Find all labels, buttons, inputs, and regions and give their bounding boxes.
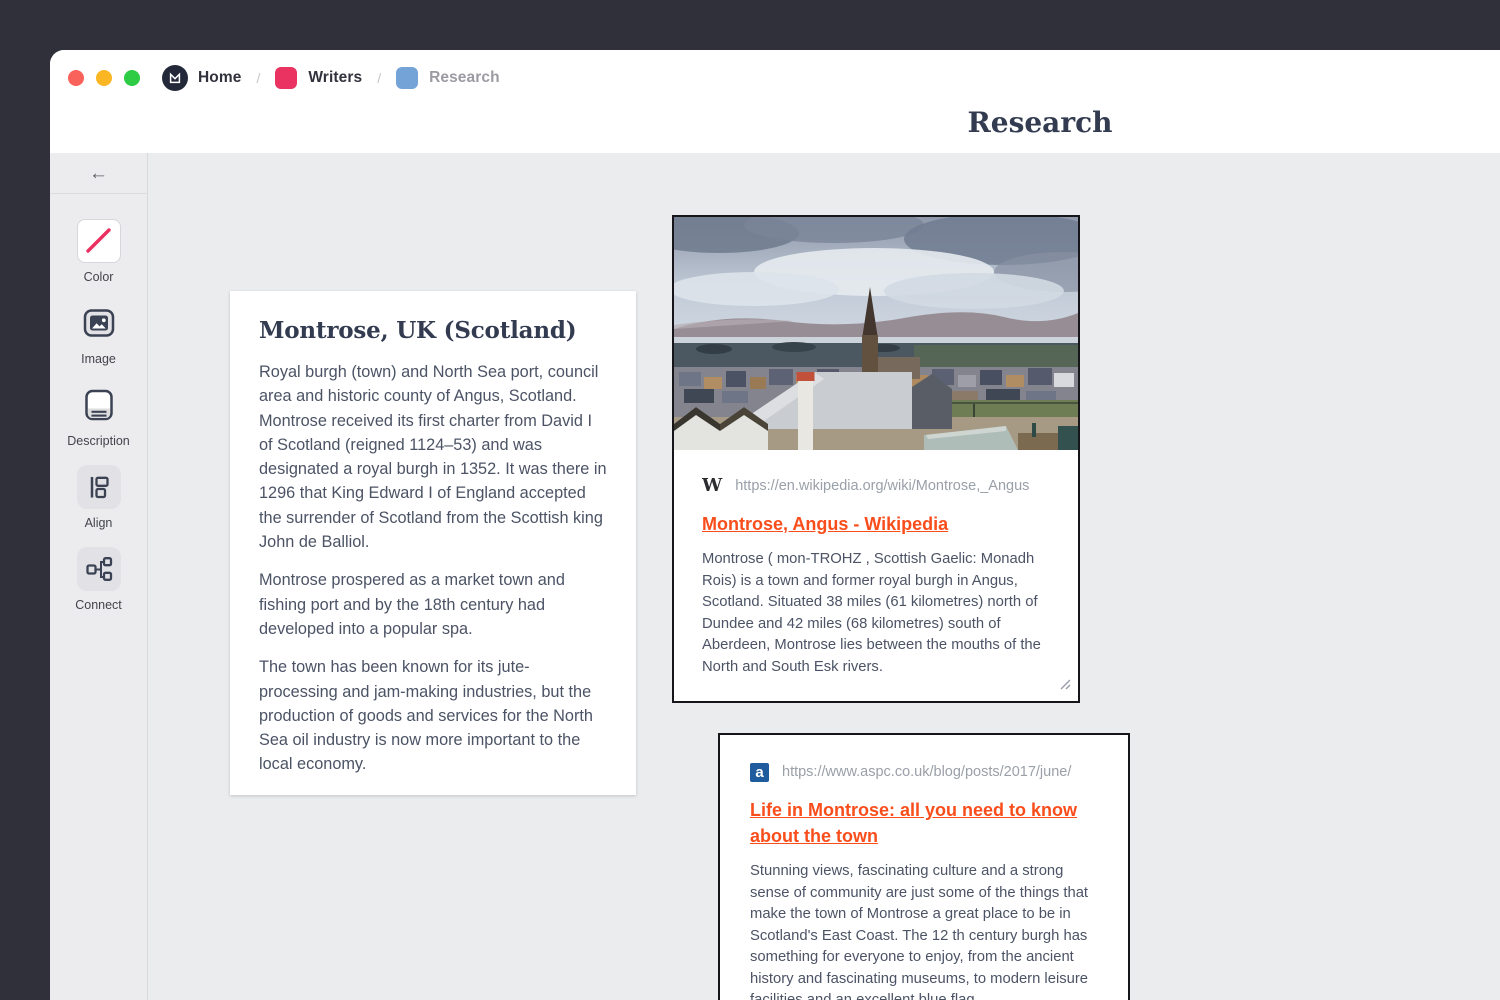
description-icon <box>77 383 121 427</box>
tool-connect[interactable]: Connect <box>75 547 122 612</box>
zoom-button[interactable] <box>124 70 140 86</box>
close-button[interactable] <box>68 70 84 86</box>
milanote-logo-icon <box>162 65 188 91</box>
montrose-town-photo <box>674 217 1078 450</box>
aspc-favicon: a <box>750 763 769 782</box>
breadcrumb-item-writers[interactable]: Writers <box>275 67 362 89</box>
note-card-montrose[interactable]: Montrose, UK (Scotland) Royal burgh (tow… <box>230 291 636 795</box>
back-arrow-icon: ← <box>89 164 108 183</box>
note-card-title: Montrose, UK (Scotland) <box>259 317 607 344</box>
wikipedia-link[interactable]: Montrose, Angus - Wikipedia <box>702 511 948 537</box>
tool-align[interactable]: Align <box>77 465 121 530</box>
image-icon <box>77 301 121 345</box>
link-card-aspc[interactable]: a https://www.aspc.co.uk/blog/posts/2017… <box>718 733 1130 1000</box>
tool-label: Connect <box>75 598 122 612</box>
tool-description[interactable]: Description <box>67 383 130 448</box>
connect-icon <box>77 547 121 591</box>
breadcrumb-label-home: Home <box>198 69 241 87</box>
url-row: W https://en.wikipedia.org/wiki/Montrose… <box>702 476 1050 496</box>
breadcrumb-separator: / <box>377 70 381 86</box>
tool-color[interactable]: Color <box>77 219 121 284</box>
board-icon-pink <box>275 67 297 89</box>
page-title: Research <box>968 106 1113 139</box>
top-bar: Home / Writers / Research Research <box>50 50 1500 153</box>
resize-handle[interactable] <box>1058 677 1072 696</box>
breadcrumb: Home / Writers / Research <box>68 50 500 106</box>
tool-label: Image <box>81 352 116 366</box>
color-icon <box>77 219 121 263</box>
board-icon-blue <box>396 67 418 89</box>
minimize-button[interactable] <box>96 70 112 86</box>
collapse-sidebar-button[interactable]: ← <box>50 153 147 194</box>
tool-image[interactable]: Image <box>77 301 121 366</box>
note-paragraph: Montrose prospered as a market town and … <box>259 568 607 641</box>
note-paragraph: The town has been known for its jute-pro… <box>259 655 607 776</box>
breadcrumb-label-writers: Writers <box>308 69 362 87</box>
window-controls <box>68 70 140 86</box>
breadcrumb-item-research[interactable]: Research <box>396 67 500 89</box>
tool-label: Align <box>85 516 113 530</box>
link-description: Montrose ( mon-TROHZ , Scottish Gaelic: … <box>702 549 1050 678</box>
note-paragraph: Royal burgh (town) and North Sea port, c… <box>259 360 607 554</box>
url-text: https://www.aspc.co.uk/blog/posts/2017/j… <box>782 764 1098 780</box>
link-card-wikipedia[interactable]: W https://en.wikipedia.org/wiki/Montrose… <box>672 215 1080 703</box>
breadcrumb-separator: / <box>256 70 260 86</box>
app-window: Home / Writers / Research Research ← <box>50 50 1500 1000</box>
tool-list: Color Image <box>50 194 147 629</box>
url-text: https://en.wikipedia.org/wiki/Montrose,_… <box>735 478 1050 494</box>
link-description: Stunning views, fascinating culture and … <box>750 861 1098 1000</box>
breadcrumb-item-home[interactable]: Home <box>162 65 241 91</box>
wikipedia-favicon: W <box>702 477 722 495</box>
toolbar-sidebar: ← Color <box>50 153 148 1000</box>
tool-label: Color <box>84 270 114 284</box>
link-card-body: a https://www.aspc.co.uk/blog/posts/2017… <box>720 735 1128 1000</box>
breadcrumb-label-research: Research <box>429 69 500 87</box>
link-card-body: W https://en.wikipedia.org/wiki/Montrose… <box>674 450 1078 678</box>
tool-label: Description <box>67 434 130 448</box>
align-icon <box>77 465 121 509</box>
url-row: a https://www.aspc.co.uk/blog/posts/2017… <box>750 762 1098 782</box>
aspc-link[interactable]: Life in Montrose: all you need to know a… <box>750 797 1098 849</box>
